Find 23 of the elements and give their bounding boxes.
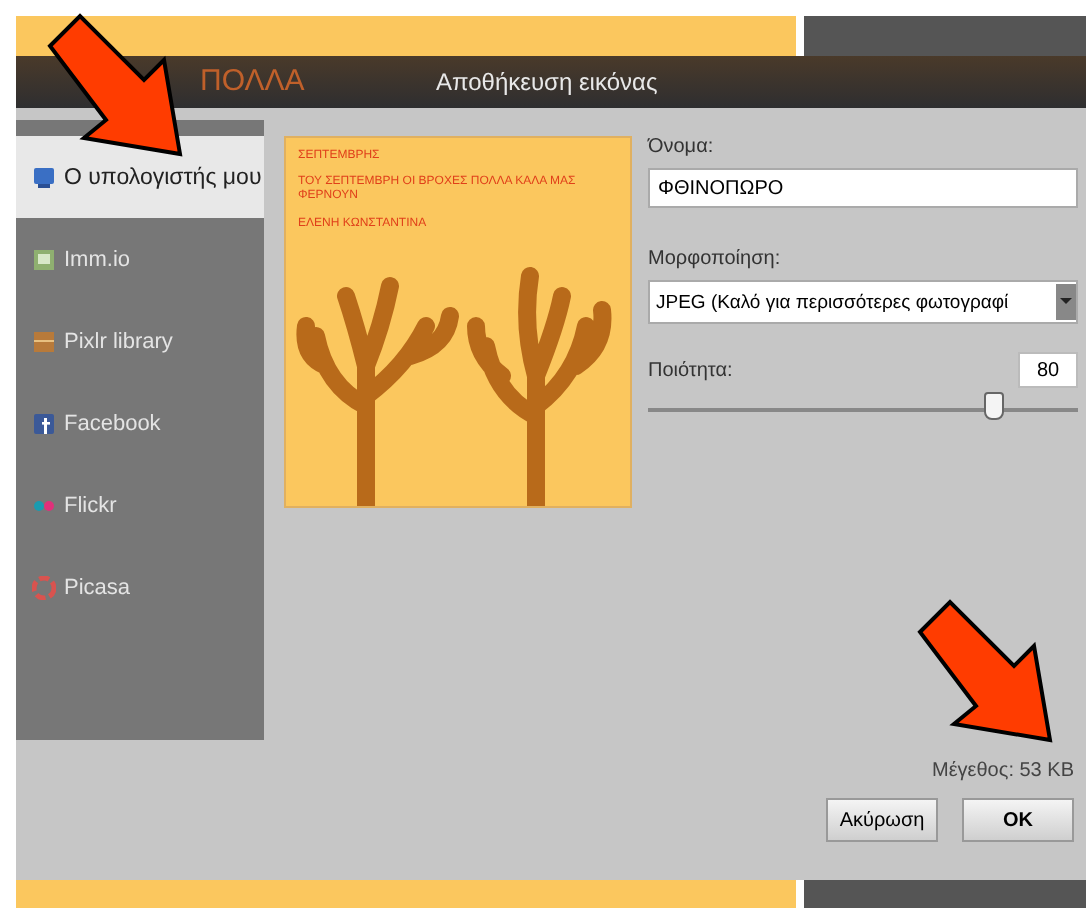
window-title: Αποθήκευση εικόνας: [436, 68, 658, 96]
picture-icon: [32, 247, 56, 271]
sidebar-item[interactable]: Pixlr library: [16, 300, 264, 382]
format-dropdown[interactable]: JPEG (Καλό για περισσότερες φωτογραφί: [648, 280, 1078, 324]
slider-thumb[interactable]: [984, 392, 1004, 420]
quality-field[interactable]: 80: [1018, 352, 1078, 388]
monitor-icon: [32, 165, 56, 189]
file-size-text: Μέγεθος: 53 KB: [932, 760, 1074, 782]
sidebar-item[interactable]: Facebook: [16, 382, 264, 464]
canvas-text: ΠΟΛΛΑ: [200, 64, 305, 98]
sidebar-item[interactable]: Imm.io: [16, 218, 264, 300]
field-label: Ποιότητα:: [648, 359, 733, 381]
sidebar-item[interactable]: Flickr: [16, 464, 264, 546]
field-label: Μορφοποίηση:: [648, 248, 783, 270]
pinwheel-icon: [32, 575, 56, 599]
field-label: Όνομα:: [648, 136, 716, 158]
facebook-icon: [32, 411, 56, 435]
name-field[interactable]: ΦΘΙΝΟΠΩΡΟ: [648, 168, 1078, 208]
ok-button[interactable]: OK: [962, 798, 1074, 842]
drawer-icon: [32, 329, 56, 353]
cancel-button[interactable]: Ακύρωση: [826, 798, 938, 842]
sidebar-item[interactable]: Ο υπολογιστής μου: [16, 136, 264, 218]
sidebar-item[interactable]: Picasa: [16, 546, 264, 628]
